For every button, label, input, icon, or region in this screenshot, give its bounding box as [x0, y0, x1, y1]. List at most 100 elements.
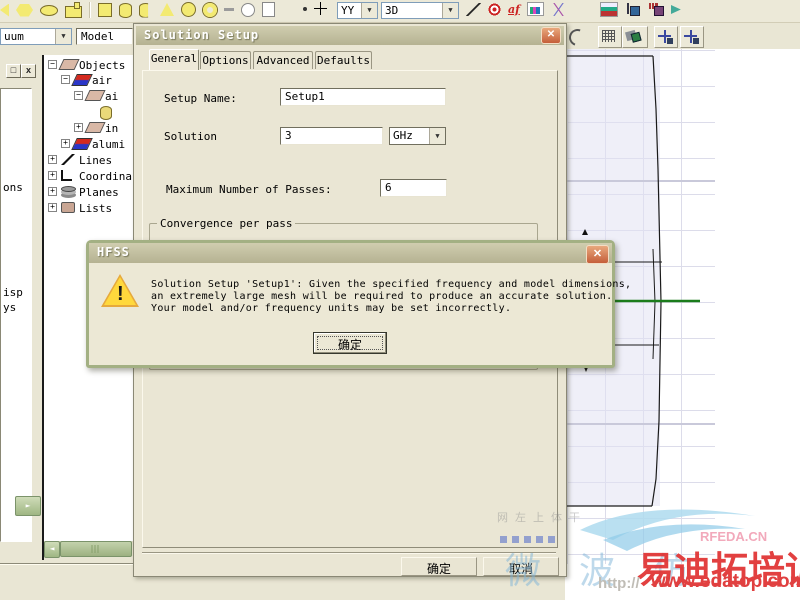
- partial-shape-icon[interactable]: [0, 3, 9, 17]
- run-simulation-icon[interactable]: [671, 4, 681, 15]
- solution-frequency-input[interactable]: 3: [280, 127, 383, 145]
- tree-item-Coordina[interactable]: + Coordina: [44, 168, 133, 183]
- tree-item-Lists[interactable]: + Lists: [44, 200, 133, 215]
- chevron-down-icon[interactable]: ▼: [361, 3, 377, 18]
- close-icon: x: [25, 65, 31, 75]
- expand-icon[interactable]: +: [48, 187, 57, 196]
- draw-circle-icon[interactable]: [241, 2, 255, 17]
- frequency-unit-combobox[interactable]: GHz ▼: [389, 127, 446, 145]
- chevron-down-icon[interactable]: ▼: [429, 128, 445, 144]
- drawing-mode-combobox[interactable]: 3D ▼: [381, 2, 459, 19]
- ok-button[interactable]: 确定: [401, 557, 477, 576]
- tab-options[interactable]: Options: [200, 51, 251, 69]
- setup-name-input[interactable]: Setup1: [280, 88, 446, 106]
- dialog-titlebar[interactable]: Solution Setup: [136, 26, 564, 45]
- tree-item-alumi[interactable]: + alumi: [44, 136, 133, 151]
- draw-cone-icon[interactable]: [160, 3, 174, 16]
- close-button[interactable]: ✕: [541, 27, 561, 44]
- left-clipped-panel: ons isp ys: [0, 88, 32, 542]
- column-chart-icon[interactable]: [648, 3, 664, 16]
- material-box-icon: [71, 74, 93, 86]
- draw-box-icon[interactable]: [98, 3, 112, 17]
- warning-dialog-titlebar[interactable]: HFSS: [89, 243, 612, 263]
- marker-arrow-up: [582, 229, 588, 235]
- warning-ok-button[interactable]: 确定: [313, 332, 387, 354]
- close-panel-button[interactable]: x: [21, 64, 36, 78]
- paint-bucket-icon: [625, 29, 637, 42]
- move-origin-button[interactable]: [654, 26, 678, 48]
- warning-dialog-title: HFSS: [97, 245, 130, 259]
- tab-label: Options: [202, 54, 249, 67]
- measure-line-icon[interactable]: [466, 2, 481, 16]
- expand-icon[interactable]: +: [74, 123, 83, 132]
- results-chart-icon[interactable]: [600, 2, 618, 17]
- model-field[interactable]: Model: [76, 28, 133, 45]
- setup-name-value: Setup1: [285, 90, 325, 103]
- subtract-icon[interactable]: [224, 8, 234, 11]
- tree-item-ai[interactable]: − ai: [44, 88, 133, 103]
- tree-item-label: Lists: [79, 202, 113, 215]
- tree-item-label: ai: [105, 90, 119, 103]
- chevron-down-icon[interactable]: ▼: [55, 29, 71, 44]
- analyze-frequency-icon[interactable]: af: [508, 3, 520, 16]
- watermark-url: www.edatop.com: [651, 571, 800, 592]
- scroll-right-button[interactable]: ►: [15, 496, 41, 516]
- max-passes-value: 6: [385, 181, 392, 194]
- view-orientation-combobox[interactable]: YY ▼: [337, 2, 378, 19]
- move-view-button[interactable]: [680, 26, 704, 48]
- collapse-icon[interactable]: −: [48, 60, 57, 69]
- grid-toggle-button[interactable]: [598, 26, 622, 48]
- export-results-icon[interactable]: [625, 3, 641, 16]
- hfss-warning-dialog: HFSS ✕ ! Solution Setup 'Setup1': Given …: [86, 240, 631, 368]
- chevron-down-icon[interactable]: ▼: [442, 3, 458, 18]
- tab-defaults[interactable]: Defaults: [315, 51, 372, 69]
- tree-item-label: alumi: [92, 138, 126, 151]
- draw-torus-icon[interactable]: [203, 2, 217, 17]
- lists-icon: [61, 202, 75, 213]
- tree-item-Planes[interactable]: + Planes: [44, 184, 133, 199]
- draw-point-icon[interactable]: [303, 6, 307, 11]
- regular-polygon-icon[interactable]: [16, 3, 33, 17]
- target-icon[interactable]: [488, 2, 501, 16]
- cylinder-segment-icon[interactable]: [139, 2, 149, 18]
- tree-item-air[interactable]: − air: [44, 72, 133, 87]
- draw-shapes-toolbar-group: [0, 2, 152, 18]
- collapse-icon[interactable]: −: [61, 75, 70, 84]
- plot-report-icon[interactable]: [526, 2, 544, 16]
- clipped-label: ys: [3, 301, 17, 314]
- expand-icon[interactable]: +: [61, 139, 70, 148]
- close-button[interactable]: ✕: [586, 245, 609, 264]
- tree-item-label: air: [92, 74, 112, 87]
- polyline-icon[interactable]: [262, 2, 275, 17]
- tab-general[interactable]: General: [149, 49, 199, 70]
- maximize-button[interactable]: □: [6, 64, 21, 78]
- fill-color-button[interactable]: [622, 26, 648, 48]
- radiation-pattern-icon[interactable]: [550, 2, 566, 16]
- tab-label: Advanced: [256, 54, 310, 67]
- setup-name-label: Setup Name:: [164, 92, 237, 105]
- tree-item-shape[interactable]: [44, 104, 133, 120]
- arc-tool-icon[interactable]: [566, 26, 589, 49]
- tab-advanced[interactable]: Advanced: [253, 51, 313, 69]
- expand-icon[interactable]: +: [48, 171, 57, 180]
- ellipse-icon[interactable]: [40, 4, 58, 16]
- tree-hscrollbar[interactable]: ◄: [44, 541, 133, 558]
- draw-cylinder-icon[interactable]: [119, 2, 132, 18]
- tree-item-in[interactable]: + in: [44, 120, 133, 135]
- scrollbar-thumb[interactable]: [60, 541, 132, 557]
- material-box-icon: [71, 138, 93, 150]
- clipped-label: ons: [3, 181, 23, 194]
- coordinate-system-icon[interactable]: [314, 2, 327, 15]
- scroll-left-button[interactable]: ◄: [44, 541, 60, 558]
- tree-item-Lines[interactable]: + Lines: [44, 152, 133, 167]
- tree-item-Objects[interactable]: − Objects: [44, 57, 133, 72]
- expand-icon[interactable]: +: [48, 203, 57, 212]
- material-combobox[interactable]: uum ▼: [0, 28, 72, 45]
- move-arrows-icon: [683, 29, 699, 44]
- warning-message-line1: Solution Setup 'Setup1': Given the speci…: [151, 279, 632, 290]
- expand-icon[interactable]: +: [48, 155, 57, 164]
- draw-sphere-icon[interactable]: [181, 2, 196, 17]
- max-passes-input[interactable]: 6: [380, 179, 447, 197]
- sweep-box-icon[interactable]: [65, 2, 82, 18]
- collapse-icon[interactable]: −: [74, 91, 83, 100]
